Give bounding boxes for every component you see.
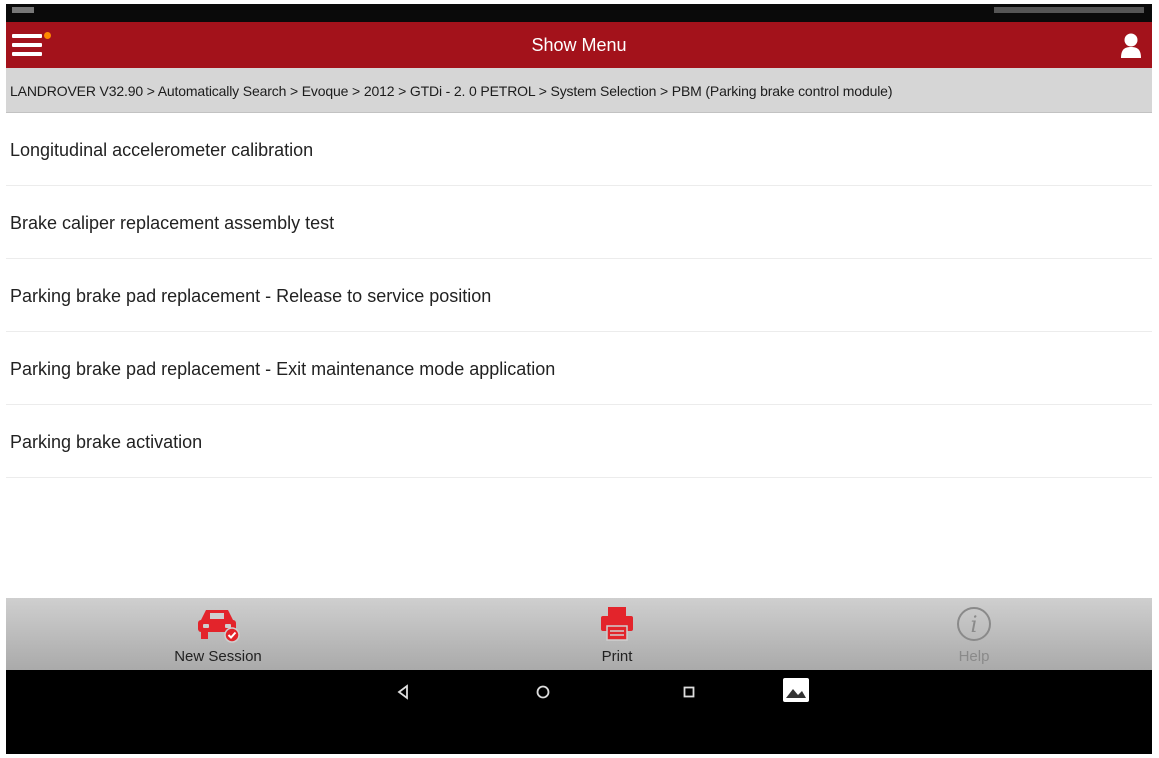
function-menu-list: Longitudinal accelerometer calibration B… <box>6 113 1152 478</box>
info-icon: i <box>954 604 994 649</box>
android-nav-bar <box>6 670 1152 754</box>
list-item-parking-brake-activation[interactable]: Parking brake activation <box>6 405 1152 478</box>
breadcrumb: LANDROVER V32.90 > Automatically Search … <box>6 68 1152 113</box>
app-screen: Show Menu LANDROVER V32.90 > Automatical… <box>6 4 1152 754</box>
list-item-pad-replacement-exit-maintenance[interactable]: Parking brake pad replacement - Exit mai… <box>6 332 1152 405</box>
list-item-label: Longitudinal accelerometer calibration <box>10 140 314 160</box>
status-bar <box>6 4 1152 22</box>
list-item-longitudinal-accelerometer-calibration[interactable]: Longitudinal accelerometer calibration <box>6 113 1152 186</box>
printer-icon <box>597 604 637 649</box>
list-item-label: Parking brake pad replacement - Exit mai… <box>10 359 556 379</box>
new-session-label: New Session <box>174 648 262 665</box>
back-triangle-icon[interactable] <box>388 680 418 704</box>
car-check-icon <box>194 604 242 649</box>
home-circle-icon[interactable] <box>528 680 558 704</box>
app-bar: Show Menu <box>6 22 1152 68</box>
list-item-label: Parking brake activation <box>10 432 203 452</box>
list-item-pad-replacement-release[interactable]: Parking brake pad replacement - Release … <box>6 259 1152 332</box>
status-icons-right <box>994 7 1144 13</box>
bottom-toolbar: New Session Print i Help <box>6 598 1152 670</box>
breadcrumb-text: LANDROVER V32.90 > Automatically Search … <box>10 83 893 99</box>
list-item-label: Parking brake pad replacement - Release … <box>10 286 492 306</box>
status-icons-left <box>12 7 34 13</box>
gallery-icon[interactable] <box>781 676 815 706</box>
help-button[interactable]: i Help <box>874 598 1074 670</box>
print-button[interactable]: Print <box>517 598 717 670</box>
list-item-brake-caliper-replacement-test[interactable]: Brake caliper replacement assembly test <box>6 186 1152 259</box>
help-label: Help <box>958 648 990 665</box>
user-icon[interactable] <box>1120 32 1142 58</box>
print-label: Print <box>601 648 633 665</box>
svg-text:i: i <box>970 613 977 638</box>
page-title: Show Menu <box>531 35 627 55</box>
recents-square-icon[interactable] <box>674 680 704 704</box>
list-item-label: Brake caliper replacement assembly test <box>10 213 335 233</box>
new-session-button[interactable]: New Session <box>118 598 318 670</box>
